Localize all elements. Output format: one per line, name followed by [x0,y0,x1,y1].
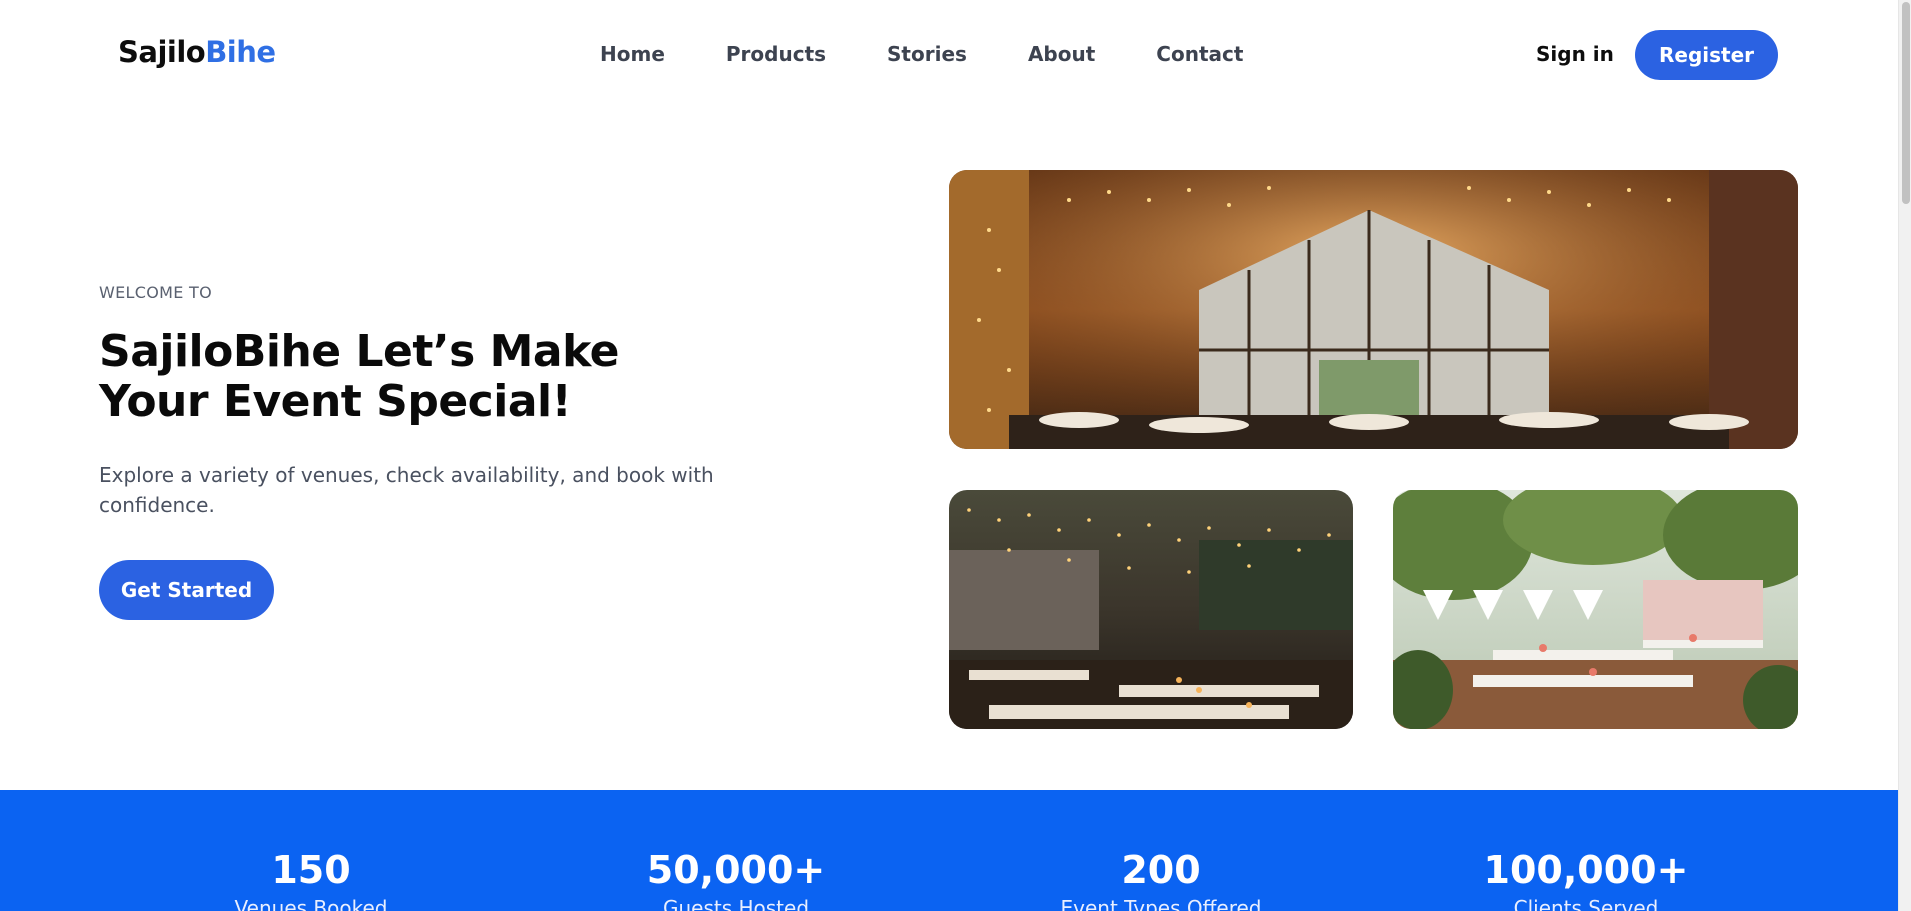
brand-logo-part1: Sajilo [118,35,206,69]
register-button[interactable]: Register [1635,30,1778,80]
page-scrollbar[interactable] [1898,0,1911,911]
stat-value: 50,000+ [646,848,826,892]
stat-value: 100,000+ [1483,848,1689,892]
stat-label: Clients Served [1513,896,1659,911]
stat-event-types: 200 Event Types Offered [961,790,1361,911]
brand-logo[interactable]: SajiloBihe [118,35,276,69]
stat-clients-served: 100,000+ Clients Served [1386,790,1786,911]
get-started-button[interactable]: Get Started [99,560,274,620]
nav-products[interactable]: Products [726,42,826,66]
string-lights-courtyard-photo [949,490,1353,729]
stat-value: 150 [271,848,351,892]
hero-eyebrow: WELCOME TO [99,283,212,302]
main-nav: Home Products Stories About Contact [600,42,1243,66]
nav-contact[interactable]: Contact [1156,42,1243,66]
nav-stories[interactable]: Stories [887,42,967,66]
stats-band: 150 Venues Booked 50,000+ Guests Hosted … [0,790,1898,911]
page: SajiloBihe Home Products Stories About C… [0,0,1898,911]
barn-venue-photo [949,170,1798,449]
stat-label: Event Types Offered [1060,896,1262,911]
sign-in-link[interactable]: Sign in [1536,42,1614,66]
hero-title: SajiloBihe Let’s Make Your Event Special… [99,326,620,427]
scrollbar-thumb[interactable] [1902,2,1910,204]
hero-description: Explore a variety of venues, check avail… [99,463,714,517]
stat-label: Guests Hosted [662,896,810,911]
nav-about[interactable]: About [1028,42,1095,66]
stat-venues-booked: 150 Venues Booked [111,790,511,911]
nav-home[interactable]: Home [600,42,665,66]
stat-label: Venues Booked [234,896,388,911]
brand-logo-part2: Bihe [205,35,276,69]
stat-value: 200 [1121,848,1201,892]
garden-tent-reception-photo [1393,490,1798,729]
stat-guests-hosted: 50,000+ Guests Hosted [536,790,936,911]
